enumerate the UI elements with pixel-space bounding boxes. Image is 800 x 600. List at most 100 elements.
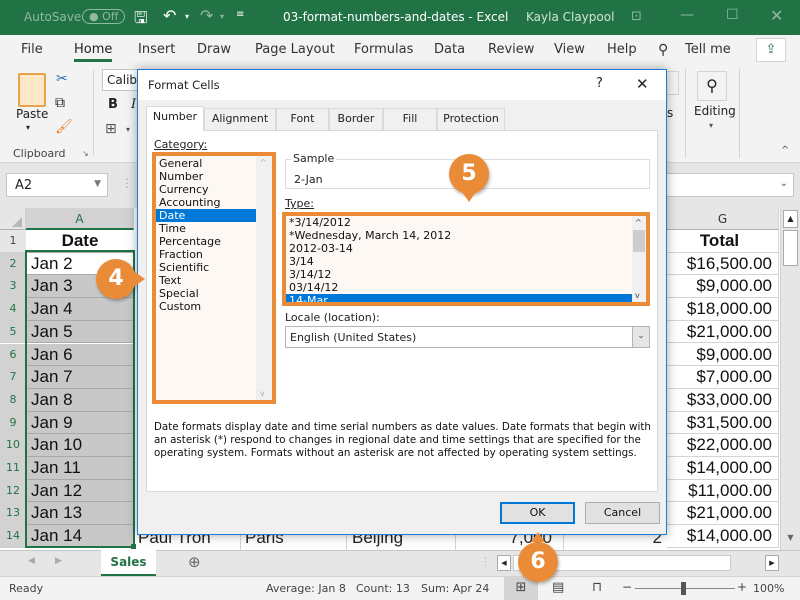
tab-border[interactable]: Border	[329, 108, 383, 130]
row-header[interactable]: 4	[0, 298, 26, 321]
tell-me-input[interactable]: Tell me	[685, 42, 731, 57]
tab-file[interactable]: File	[21, 42, 43, 57]
row-header[interactable]: 5	[0, 320, 26, 344]
save-icon[interactable]: 🖫	[134, 7, 148, 34]
category-item[interactable]: Time	[156, 222, 258, 235]
vertical-scroll-thumb[interactable]	[783, 230, 798, 266]
total-cell[interactable]: $22,000.00	[667, 434, 779, 457]
undo-dropdown-icon[interactable]: ▾	[185, 12, 189, 21]
type-item[interactable]: 3/14	[286, 255, 632, 268]
name-box[interactable]: A2 ▼	[6, 173, 108, 197]
paste-button[interactable]: Paste	[16, 107, 48, 121]
ok-button[interactable]: OK	[500, 502, 575, 524]
row-header[interactable]: 14	[0, 525, 26, 548]
sheet-tab-sales[interactable]: Sales	[101, 550, 156, 576]
row-header[interactable]: 8	[0, 388, 26, 412]
italic-button[interactable]: I	[131, 97, 136, 112]
category-list[interactable]: General Number Currency Accounting Date Time P…	[152, 152, 276, 404]
page-layout-view-icon[interactable]: ▤	[552, 580, 564, 595]
collapse-ribbon-icon[interactable]: ^	[781, 145, 789, 156]
category-item[interactable]: Custom	[156, 300, 258, 313]
zoom-out-icon[interactable]: −	[622, 580, 632, 594]
tab-protection[interactable]: Protection	[437, 108, 505, 130]
total-cell[interactable]: $9,000.00	[667, 343, 779, 367]
share-icon[interactable]: ⇪	[756, 38, 786, 62]
total-cell[interactable]: $11,000.00	[667, 479, 779, 503]
row-header[interactable]: 3	[0, 275, 26, 299]
tab-insert[interactable]: Insert	[138, 42, 175, 57]
total-cell[interactable]: $31,500.00	[667, 411, 779, 435]
clipboard-launcher-icon[interactable]: ↘	[82, 149, 89, 158]
tab-review[interactable]: Review	[488, 42, 534, 57]
type-item[interactable]: 03/14/12	[286, 281, 632, 294]
tab-split-grip[interactable]: ⋮	[480, 555, 491, 568]
category-item[interactable]: Text	[156, 274, 258, 287]
next-sheet-icon[interactable]: ▶	[55, 556, 62, 566]
zoom-in-icon[interactable]: +	[737, 580, 747, 594]
zoom-level[interactable]: 100%	[753, 582, 784, 595]
copy-icon[interactable]: ⧉	[55, 95, 65, 111]
help-button[interactable]: ?	[596, 76, 603, 91]
user-name[interactable]: Kayla Claypool	[526, 10, 614, 24]
scroll-down-icon[interactable]: v	[260, 389, 265, 398]
row-header[interactable]: 1	[0, 230, 26, 253]
category-item[interactable]: Number	[156, 170, 258, 183]
autosave-toggle[interactable]: ● Off	[82, 9, 126, 24]
tab-number[interactable]: Number	[146, 106, 204, 131]
total-cell[interactable]: $21,000.00	[667, 320, 779, 344]
font-name-box[interactable]: Calibri	[102, 69, 142, 91]
header-cell-total[interactable]: Total	[667, 230, 779, 253]
total-cell[interactable]: $9,000.00	[667, 275, 779, 299]
row-header[interactable]: 11	[0, 457, 26, 480]
scroll-left-icon[interactable]: ◀	[497, 555, 511, 571]
type-item[interactable]: 3/14/12	[286, 268, 632, 281]
add-sheet-icon[interactable]: ⊕	[188, 553, 201, 571]
editing-button[interactable]: Editing	[694, 104, 736, 118]
select-all-corner[interactable]	[0, 208, 26, 230]
paste-icon[interactable]	[18, 73, 46, 107]
redo-dropdown-icon[interactable]: ▾	[220, 12, 224, 21]
tab-help[interactable]: Help	[607, 42, 637, 57]
format-painter-icon[interactable]: 🖌	[55, 119, 73, 135]
redo-icon[interactable]: ↷	[200, 6, 213, 25]
tab-formulas[interactable]: Formulas	[354, 42, 413, 57]
type-item[interactable]: *3/14/2012	[286, 216, 632, 229]
scroll-down-icon[interactable]: ▼	[783, 530, 798, 548]
type-scrollbar[interactable]: ^ v	[632, 216, 646, 302]
row-header[interactable]: 7	[0, 366, 26, 389]
total-cell[interactable]: $14,000.00	[667, 457, 779, 480]
category-item[interactable]: Special	[156, 287, 258, 300]
scroll-down-icon[interactable]: v	[635, 291, 640, 300]
find-icon[interactable]: ⚲	[697, 71, 727, 101]
undo-icon[interactable]: ↶	[163, 6, 176, 25]
total-cell[interactable]: $18,000.00	[667, 298, 779, 321]
tab-fill[interactable]: Fill	[383, 108, 437, 130]
tab-alignment[interactable]: Alignment	[204, 108, 276, 130]
category-item[interactable]: Date	[156, 209, 258, 222]
expand-formula-icon[interactable]: ⌄	[780, 178, 788, 189]
total-cell[interactable]: $7,000.00	[667, 366, 779, 389]
cancel-button[interactable]: Cancel	[585, 502, 660, 524]
formula-input[interactable]: ⌄	[666, 173, 794, 197]
row-header[interactable]: 2	[0, 252, 26, 276]
category-item[interactable]: Scientific	[156, 261, 258, 274]
type-item[interactable]: *Wednesday, March 14, 2012	[286, 229, 632, 242]
row-header[interactable]: 6	[0, 343, 26, 367]
category-item[interactable]: Percentage	[156, 235, 258, 248]
minimize-icon[interactable]: —	[680, 7, 694, 23]
type-list[interactable]: *3/14/2012 *Wednesday, March 14, 2012 2012…	[282, 212, 650, 306]
editing-dropdown-icon[interactable]: ▾	[709, 121, 713, 130]
total-cell[interactable]: $33,000.00	[667, 388, 779, 412]
type-item[interactable]: 2012-03-14	[286, 242, 632, 255]
total-cell[interactable]: $16,500.00	[667, 252, 779, 276]
paste-dropdown-icon[interactable]: ▾	[26, 123, 30, 132]
ribbon-display-icon[interactable]: ⊡	[631, 9, 642, 24]
tab-font[interactable]: Font	[276, 108, 329, 130]
scroll-right-icon[interactable]: ▶	[765, 555, 779, 571]
category-item[interactable]: Currency	[156, 183, 258, 196]
tab-home[interactable]: Home	[74, 42, 113, 62]
page-break-view-icon[interactable]: ⊓	[592, 580, 602, 595]
total-cell[interactable]: $14,000.00	[667, 525, 779, 548]
locale-select[interactable]: English (United States) ⌄	[285, 326, 650, 348]
close-icon[interactable]: ✕	[770, 6, 783, 25]
